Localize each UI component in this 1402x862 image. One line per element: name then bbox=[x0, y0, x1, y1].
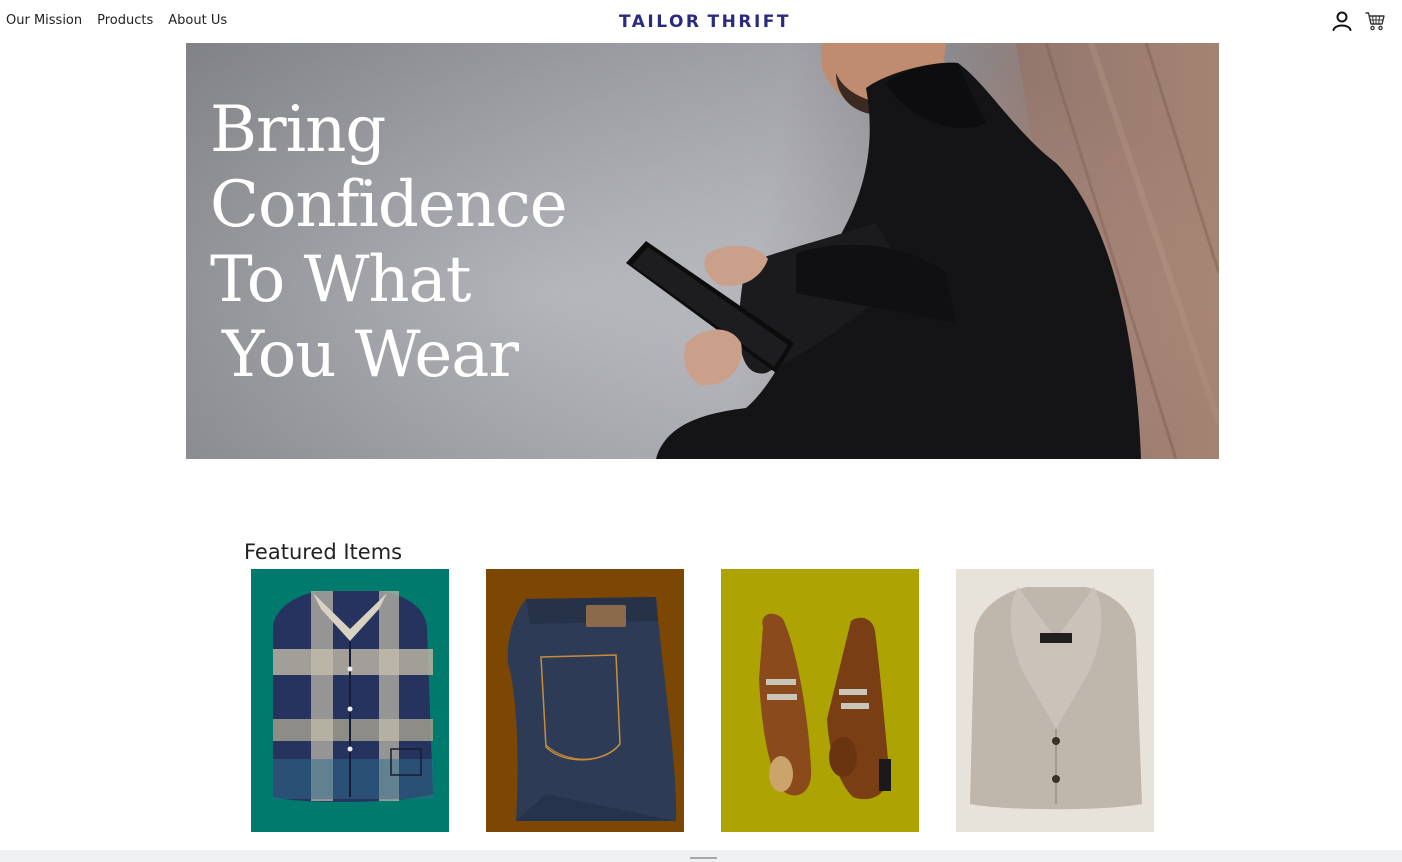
nav-link-about-us[interactable]: About Us bbox=[168, 13, 227, 28]
hero-headline-line-3: To What bbox=[210, 243, 471, 317]
logo-text-left: TAILOR bbox=[619, 12, 702, 32]
featured-item-shoes[interactable] bbox=[721, 569, 919, 832]
hero-headline-line-4: You Wear bbox=[222, 318, 519, 392]
logo-text-right: THRIFT bbox=[707, 12, 791, 32]
nav-link-products[interactable]: Products bbox=[97, 13, 153, 28]
hero-headline-line-1: Bring bbox=[210, 93, 386, 167]
cardigan-image bbox=[956, 569, 1154, 832]
hero-headline: Bring Confidence To What You Wear bbox=[210, 93, 568, 393]
cart-icon[interactable] bbox=[1364, 10, 1386, 32]
hero-banner: Bring Confidence To What You Wear bbox=[186, 43, 1219, 459]
nav-link-our-mission[interactable]: Our Mission bbox=[6, 13, 82, 28]
shoes-image bbox=[721, 569, 919, 832]
featured-items-title: Featured Items bbox=[244, 540, 403, 564]
page: Our Mission Products About Us TAILOR THR… bbox=[0, 0, 1402, 862]
brand-logo[interactable]: TAILOR THRIFT bbox=[619, 5, 788, 39]
shirt-image bbox=[251, 569, 449, 832]
featured-item-cardigan[interactable] bbox=[956, 569, 1154, 832]
nav-links: Our Mission Products About Us bbox=[6, 13, 227, 28]
jeans-image bbox=[486, 569, 684, 832]
top-nav: Our Mission Products About Us TAILOR THR… bbox=[0, 0, 1402, 43]
bottom-scroll-strip[interactable] bbox=[0, 850, 1402, 862]
featured-item-shirt[interactable] bbox=[251, 569, 449, 832]
featured-item-jeans[interactable] bbox=[486, 569, 684, 832]
scroll-handle[interactable] bbox=[690, 857, 717, 859]
user-icon[interactable] bbox=[1331, 10, 1353, 32]
hero-headline-line-2: Confidence bbox=[210, 168, 568, 242]
